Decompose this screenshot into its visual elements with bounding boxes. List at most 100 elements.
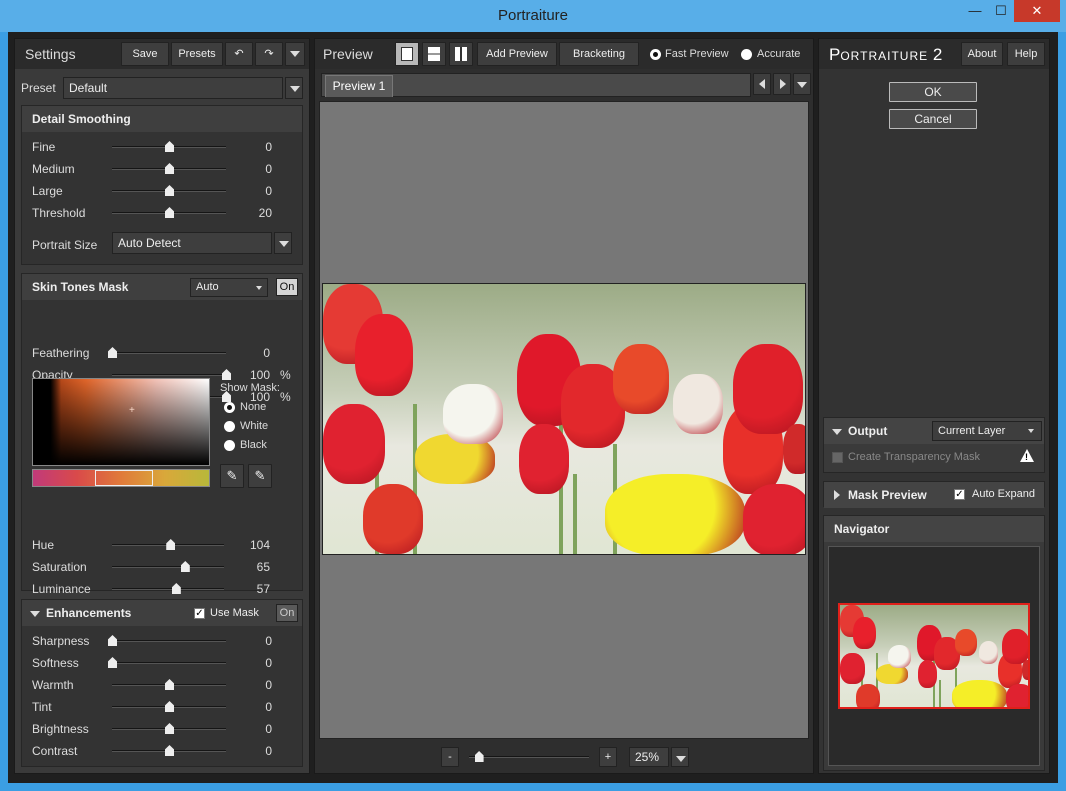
preview-image[interactable] bbox=[322, 283, 806, 555]
maximize-button[interactable]: ☐ bbox=[988, 0, 1014, 22]
slider-thumb[interactable] bbox=[108, 635, 117, 646]
zoom-out-button[interactable]: - bbox=[441, 747, 459, 767]
hue-range-bar[interactable] bbox=[32, 469, 210, 487]
slider-fine[interactable] bbox=[112, 141, 226, 152]
bracketing-button[interactable]: Bracketing bbox=[559, 42, 639, 66]
collapse-arrow-icon bbox=[30, 611, 40, 617]
slider-contrast[interactable] bbox=[112, 745, 226, 756]
add-preview-button[interactable]: Add Preview bbox=[477, 42, 557, 66]
preset-dropdown-arrow[interactable] bbox=[285, 77, 303, 99]
about-button[interactable]: About bbox=[961, 42, 1003, 66]
slider-saturation[interactable] bbox=[112, 561, 224, 572]
slider-thumb[interactable] bbox=[180, 561, 190, 572]
cancel-button[interactable]: Cancel bbox=[889, 109, 977, 129]
show-mask-none-label: None bbox=[240, 401, 267, 413]
slider-thumb[interactable] bbox=[108, 657, 117, 668]
enhancements-on-toggle[interactable]: On bbox=[276, 604, 298, 622]
percent-unit: % bbox=[280, 390, 291, 404]
slider-thumb[interactable] bbox=[165, 163, 174, 174]
tab-next-button[interactable] bbox=[773, 73, 791, 95]
redo-button[interactable]: ↷ bbox=[255, 42, 283, 66]
auto-expand-label: Auto Expand bbox=[972, 488, 1035, 500]
navigator-view[interactable] bbox=[828, 546, 1040, 766]
eyedropper-add-button[interactable]: ✎ bbox=[248, 464, 272, 488]
zoom-dropdown-arrow[interactable] bbox=[671, 747, 689, 767]
slider-sharpness[interactable] bbox=[108, 635, 226, 646]
slider-warmth[interactable] bbox=[112, 679, 226, 690]
slider-label: Brightness bbox=[32, 722, 89, 736]
use-mask-checkbox[interactable]: ✓ bbox=[194, 608, 205, 619]
slider-threshold[interactable] bbox=[112, 207, 226, 218]
split-vertical-button[interactable] bbox=[449, 42, 473, 66]
slider-medium[interactable] bbox=[112, 163, 226, 174]
zoom-slider[interactable] bbox=[469, 751, 589, 762]
single-view-button[interactable] bbox=[395, 42, 419, 66]
ok-button[interactable]: OK bbox=[889, 82, 977, 102]
output-section: Output Current Layer Create Transparency… bbox=[823, 417, 1045, 473]
show-mask-white-label: White bbox=[240, 420, 269, 432]
tab-prev-button[interactable] bbox=[753, 73, 771, 95]
eyedropper-button[interactable]: ✎ bbox=[220, 464, 244, 488]
slider-row-luminance: Luminance 57 bbox=[22, 578, 302, 600]
slider-thumb[interactable] bbox=[165, 207, 174, 218]
slider-tint[interactable] bbox=[112, 701, 226, 712]
slider-thumb[interactable] bbox=[222, 369, 231, 380]
slider-hue[interactable] bbox=[112, 539, 224, 550]
accurate-label: Accurate bbox=[757, 48, 801, 60]
slider-row-softness: Softness 0 bbox=[22, 652, 302, 674]
split-horizontal-button[interactable] bbox=[422, 42, 446, 66]
skin-color-field[interactable]: + bbox=[32, 378, 210, 466]
slider-thumb[interactable] bbox=[165, 701, 174, 712]
slider-thumb[interactable] bbox=[108, 347, 117, 358]
preview-panel: Preview Add Preview Bracketing Fast Prev… bbox=[314, 38, 814, 774]
show-mask-black-radio[interactable] bbox=[224, 440, 235, 451]
presets-button[interactable]: Presets bbox=[171, 42, 223, 66]
slider-thumb[interactable] bbox=[171, 583, 181, 594]
skin-mask-on-toggle[interactable]: On bbox=[276, 278, 298, 296]
transparency-mask-checkbox[interactable] bbox=[832, 452, 843, 463]
slider-label: Threshold bbox=[32, 206, 86, 220]
portrait-size-dropdown[interactable]: Auto Detect bbox=[112, 232, 272, 254]
accurate-radio[interactable] bbox=[741, 49, 752, 60]
slider-softness[interactable] bbox=[108, 657, 226, 668]
fast-preview-label: Fast Preview bbox=[665, 48, 729, 60]
preview-canvas[interactable] bbox=[319, 101, 809, 739]
undo-button[interactable]: ↶ bbox=[225, 42, 253, 66]
slider-brightness[interactable] bbox=[112, 723, 226, 734]
auto-expand-checkbox[interactable]: ✓ bbox=[954, 489, 965, 500]
save-button[interactable]: Save bbox=[121, 42, 169, 66]
tab-preview-1[interactable]: Preview 1 bbox=[325, 75, 393, 97]
fast-preview-radio[interactable] bbox=[650, 49, 661, 60]
slider-thumb[interactable] bbox=[165, 141, 174, 152]
tab-menu-button[interactable] bbox=[793, 73, 811, 95]
portrait-size-dropdown-arrow[interactable] bbox=[274, 232, 292, 254]
close-button[interactable]: ✕ bbox=[1014, 0, 1060, 22]
preset-dropdown[interactable]: Default bbox=[63, 77, 283, 99]
zoom-level-dropdown[interactable]: 25% bbox=[629, 747, 669, 767]
output-dropdown[interactable]: Current Layer bbox=[932, 421, 1042, 441]
slider-row-hue: Hue 104 bbox=[22, 534, 302, 556]
show-mask-white-radio[interactable] bbox=[224, 421, 235, 432]
slider-thumb[interactable] bbox=[165, 185, 174, 196]
slider-value: 20 bbox=[258, 206, 272, 220]
tulip-bloom bbox=[323, 404, 385, 484]
slider-thumb[interactable] bbox=[165, 679, 174, 690]
zoom-in-button[interactable]: + bbox=[599, 747, 617, 767]
help-button[interactable]: Help bbox=[1007, 42, 1045, 66]
show-mask-none-radio[interactable] bbox=[224, 402, 235, 413]
zoom-slider-thumb[interactable] bbox=[474, 751, 484, 762]
slider-feathering[interactable] bbox=[108, 347, 226, 358]
slider-value: 0 bbox=[265, 722, 272, 736]
slider-opacity[interactable] bbox=[112, 369, 231, 380]
minimize-button[interactable]: — bbox=[962, 0, 988, 22]
slider-thumb[interactable] bbox=[165, 745, 174, 756]
history-dropdown-button[interactable] bbox=[285, 42, 305, 66]
slider-luminance[interactable] bbox=[112, 583, 224, 594]
tulip-stem bbox=[939, 680, 941, 707]
navigator-thumbnail[interactable] bbox=[838, 603, 1030, 709]
hue-range-window[interactable] bbox=[95, 470, 153, 486]
enhancements-title[interactable]: Enhancements bbox=[22, 600, 302, 626]
slider-large[interactable] bbox=[112, 185, 226, 196]
slider-thumb[interactable] bbox=[165, 723, 174, 734]
slider-thumb[interactable] bbox=[166, 539, 176, 550]
